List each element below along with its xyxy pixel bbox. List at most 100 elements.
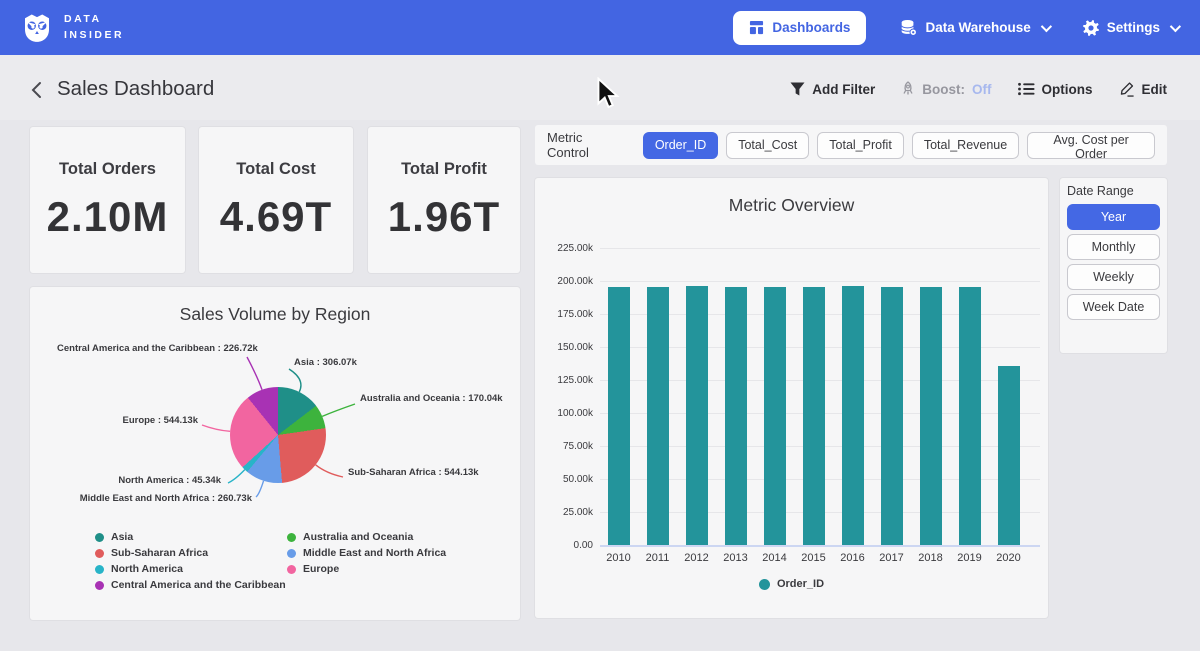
- legend-label: Central America and the Caribbean: [111, 579, 286, 591]
- legend-label: Asia: [111, 531, 133, 543]
- options-label: Options: [1042, 82, 1093, 97]
- boost-toggle[interactable]: Boost: Off: [901, 81, 991, 97]
- metric-option-avg-cost-per-order[interactable]: Avg. Cost per Order: [1027, 132, 1155, 159]
- filter-icon: [790, 82, 805, 96]
- legend-label: North America: [111, 563, 183, 575]
- add-filter-button[interactable]: Add Filter: [790, 82, 875, 97]
- legend-item[interactable]: Sub-Saharan Africa: [95, 547, 286, 559]
- bar-2016: [842, 286, 864, 545]
- nav-settings[interactable]: Settings: [1083, 20, 1178, 36]
- y-axis-tick-label: 200.00k: [541, 276, 593, 287]
- date-range-option-week-date[interactable]: Week Date: [1067, 294, 1160, 320]
- x-axis-tick-label: 2013: [716, 552, 755, 564]
- legend-dot-icon: [95, 581, 104, 590]
- legend-label: Europe: [303, 563, 339, 575]
- pie-callout-label: North America : 45.34k: [116, 475, 221, 486]
- y-axis-tick-label: 225.00k: [541, 243, 593, 254]
- legend-item[interactable]: Asia: [95, 531, 286, 543]
- legend-dot-icon: [287, 533, 296, 542]
- x-axis-tick-label: 2016: [833, 552, 872, 564]
- pie-callout-label: Europe : 544.13k: [120, 415, 198, 426]
- legend-item[interactable]: Europe: [287, 563, 446, 575]
- bar-2011: [647, 287, 669, 545]
- x-axis-tick-label: 2019: [950, 552, 989, 564]
- database-icon: [900, 19, 917, 36]
- x-axis-tick-label: 2012: [677, 552, 716, 564]
- pie-callout-label: Middle East and North Africa : 260.73k: [70, 493, 252, 504]
- date-range-label: Date Range: [1067, 184, 1160, 198]
- gridline: [600, 248, 1040, 249]
- legend-item[interactable]: Central America and the Caribbean: [95, 579, 286, 591]
- kpi-value: 2.10M: [47, 193, 169, 241]
- kpi-card-total-cost: Total Cost 4.69T: [199, 127, 353, 273]
- bar-2018: [920, 287, 942, 545]
- bar-2019: [959, 287, 981, 545]
- boost-label: Boost:: [922, 82, 965, 97]
- kpi-label: Total Orders: [59, 160, 156, 179]
- legend-dot-icon: [95, 565, 104, 574]
- y-axis-tick-label: 50.00k: [541, 474, 593, 485]
- nav-data-warehouse[interactable]: Data Warehouse: [900, 19, 1048, 36]
- brand-logo[interactable]: DATA INSIDER: [22, 12, 124, 42]
- bar-2013: [725, 287, 747, 545]
- y-axis-tick-label: 175.00k: [541, 309, 593, 320]
- legend-item[interactable]: North America: [95, 563, 286, 575]
- legend-item[interactable]: Australia and Oceania: [287, 531, 446, 543]
- y-axis-tick-label: 75.00k: [541, 441, 593, 452]
- kpi-card-total-orders: Total Orders 2.10M: [30, 127, 185, 273]
- date-range-panel: Date Range Year Monthly Weekly Week Date: [1060, 178, 1167, 353]
- date-range-option-weekly[interactable]: Weekly: [1067, 264, 1160, 290]
- kpi-value: 1.96T: [388, 193, 500, 241]
- legend-dot-icon: [287, 549, 296, 558]
- nav-data-warehouse-label: Data Warehouse: [925, 20, 1030, 35]
- date-range-option-monthly[interactable]: Monthly: [1067, 234, 1160, 260]
- bar-2015: [803, 287, 825, 545]
- rocket-icon: [901, 81, 915, 97]
- pie-callout-label: Asia : 306.07k: [294, 357, 357, 368]
- kpi-label: Total Cost: [236, 160, 315, 179]
- chevron-down-icon: [1040, 20, 1051, 31]
- bar-legend[interactable]: Order_ID: [535, 578, 1048, 590]
- bar-2020: [998, 366, 1020, 545]
- metric-option-total-revenue[interactable]: Total_Revenue: [912, 132, 1019, 159]
- metric-option-total-profit[interactable]: Total_Profit: [817, 132, 904, 159]
- list-icon: [1018, 82, 1035, 96]
- top-navbar: DATA INSIDER Dashboards: [0, 0, 1200, 55]
- legend-label: Australia and Oceania: [303, 531, 413, 543]
- pie-chart-card: Sales Volume by Region Asia : 306.07kAus…: [30, 287, 520, 620]
- metric-option-total-cost[interactable]: Total_Cost: [726, 132, 809, 159]
- metric-option-order-id[interactable]: Order_ID: [643, 132, 718, 159]
- legend-dot-icon: [95, 549, 104, 558]
- y-axis-tick-label: 100.00k: [541, 408, 593, 419]
- bar-chart-title: Metric Overview: [535, 178, 1048, 216]
- options-button[interactable]: Options: [1018, 82, 1093, 97]
- nav-dashboards-label: Dashboards: [772, 20, 850, 35]
- bar-2014: [764, 287, 786, 545]
- x-axis-tick-label: 2011: [638, 552, 677, 564]
- brand-text: DATA INSIDER: [64, 12, 124, 42]
- y-axis-tick-label: 0.00: [541, 540, 593, 551]
- legend-label: Order_ID: [777, 578, 824, 590]
- nav-dashboards-button[interactable]: Dashboards: [733, 11, 866, 45]
- owl-logo-icon: [22, 13, 52, 43]
- gridline: [600, 545, 1040, 547]
- add-filter-label: Add Filter: [812, 82, 875, 97]
- y-axis-tick-label: 125.00k: [541, 375, 593, 386]
- pie-chart: [230, 387, 326, 483]
- legend-item[interactable]: Middle East and North Africa: [287, 547, 446, 559]
- edit-label: Edit: [1142, 82, 1168, 97]
- legend-label: Sub-Saharan Africa: [111, 547, 208, 559]
- legend-dot-icon: [759, 579, 770, 590]
- metric-control-bar: Metric Control Order_IDTotal_CostTotal_P…: [535, 125, 1167, 165]
- gear-icon: [1083, 20, 1099, 36]
- boost-value: Off: [972, 82, 992, 97]
- legend-dot-icon: [95, 533, 104, 542]
- bar-2012: [686, 286, 708, 545]
- y-axis-tick-label: 150.00k: [541, 342, 593, 353]
- date-range-option-year[interactable]: Year: [1067, 204, 1160, 230]
- edit-button[interactable]: Edit: [1119, 81, 1168, 97]
- back-button[interactable]: [26, 80, 46, 102]
- pie-callout-label: Australia and Oceania : 170.04k: [360, 393, 503, 404]
- kpi-label: Total Profit: [401, 160, 487, 179]
- bar-2017: [881, 287, 903, 545]
